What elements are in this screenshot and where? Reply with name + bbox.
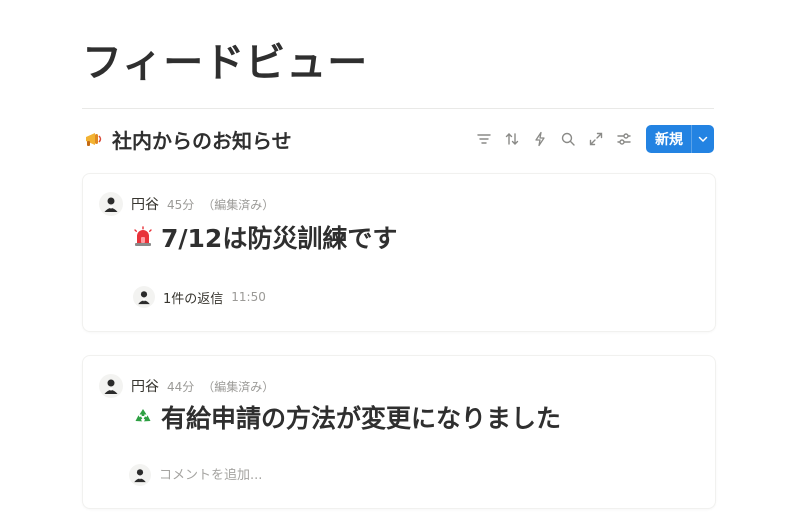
comment-input[interactable] bbox=[159, 467, 359, 483]
feed-post-card[interactable]: 円谷 45分 （編集済み） 7/12は防災訓練です 1件の返信 11:50 bbox=[82, 173, 716, 332]
post-time: 45分 bbox=[167, 197, 195, 212]
filter-icon[interactable] bbox=[474, 129, 494, 149]
feed-post-card[interactable]: 円谷 44分 （編集済み） 有給申請の方法が変更になりました bbox=[82, 355, 716, 509]
reply-summary[interactable]: 1件の返信 11:50 bbox=[133, 286, 266, 308]
edited-label: （編集済み） bbox=[202, 379, 275, 394]
settings-sliders-icon[interactable] bbox=[614, 129, 634, 149]
new-button: 新規 bbox=[646, 125, 714, 153]
edited-label: （編集済み） bbox=[202, 197, 275, 212]
database-header: 社内からのお知らせ 新規 bbox=[82, 122, 714, 156]
database-title-group[interactable]: 社内からのお知らせ bbox=[82, 125, 292, 154]
avatar[interactable] bbox=[99, 374, 123, 398]
rotating-light-icon bbox=[131, 225, 155, 249]
author-name[interactable]: 円谷 bbox=[131, 376, 159, 396]
post-author-row: 円谷 45分 （編集済み） bbox=[99, 192, 274, 216]
search-icon[interactable] bbox=[558, 129, 578, 149]
sort-icon[interactable] bbox=[502, 129, 522, 149]
page-title: フィードビュー bbox=[82, 40, 369, 86]
reply-count: 1件の返信 bbox=[163, 291, 224, 307]
comment-row bbox=[129, 464, 359, 486]
post-title: 有給申請の方法が変更になりました bbox=[161, 404, 562, 433]
avatar bbox=[133, 286, 155, 308]
recycle-icon bbox=[131, 405, 155, 429]
new-button-label[interactable]: 新規 bbox=[646, 125, 691, 153]
avatar bbox=[129, 464, 151, 486]
post-time: 44分 bbox=[167, 379, 195, 394]
post-title-row[interactable]: 有給申請の方法が変更になりました bbox=[131, 399, 561, 435]
avatar[interactable] bbox=[99, 192, 123, 216]
megaphone-icon bbox=[82, 128, 104, 150]
divider bbox=[82, 108, 714, 109]
post-author-row: 円谷 44分 （編集済み） bbox=[99, 374, 274, 398]
chevron-down-icon[interactable] bbox=[691, 125, 714, 153]
expand-icon[interactable] bbox=[586, 129, 606, 149]
database-title: 社内からのお知らせ bbox=[112, 128, 292, 153]
post-title-row[interactable]: 7/12は防災訓練です bbox=[131, 219, 397, 255]
author-name[interactable]: 円谷 bbox=[131, 194, 159, 214]
database-toolbar: 新規 bbox=[474, 125, 714, 153]
post-title: 7/12は防災訓練です bbox=[161, 224, 398, 253]
lightning-icon[interactable] bbox=[530, 129, 550, 149]
reply-time: 11:50 bbox=[231, 290, 266, 304]
